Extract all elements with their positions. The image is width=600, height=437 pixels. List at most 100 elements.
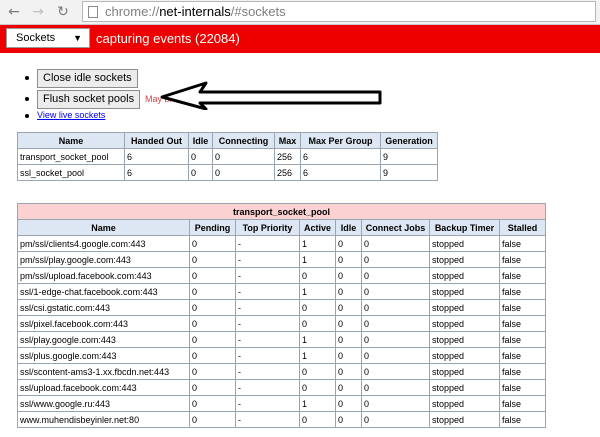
table-cell: stopped [429, 267, 500, 284]
table-cell: false [499, 363, 546, 380]
table-cell: ssl_socket_pool [17, 164, 125, 181]
table-cell: false [499, 331, 546, 348]
table-cell: stopped [429, 379, 500, 396]
view-select[interactable]: Sockets ▼ [6, 28, 90, 48]
table-row: ssl/1-edge-chat.facebook.com:443 0-1 0 0 sto… [17, 283, 546, 300]
table-cell: 6 [300, 148, 381, 165]
table-cell: false [499, 411, 546, 428]
table-cell: stopped [429, 283, 500, 300]
table-row: pm/ssl/play.google.com:443 0-1 0 0 stopped fa… [17, 251, 546, 268]
column-header: Stalled [499, 219, 546, 236]
table-cell: 0 [335, 267, 362, 284]
table-cell: false [499, 315, 546, 332]
table-cell: 0 [188, 148, 213, 165]
column-header: Connecting [212, 132, 275, 149]
table-caption-row: transport_socket_pool [17, 203, 546, 220]
table-cell: stopped [429, 347, 500, 364]
table-cell: - [235, 267, 300, 284]
table-cell: ssl/play.google.com:443 [17, 331, 190, 348]
close-idle-sockets-button[interactable]: Close idle sockets [37, 69, 138, 88]
table-cell: 0 [299, 315, 336, 332]
table-cell: 0 [361, 251, 430, 268]
table-cell: false [499, 395, 546, 412]
table-row: ssl/upload.facebook.com:443 0-0 0 0 stopped f… [17, 379, 546, 396]
table-cell: 0 [361, 363, 430, 380]
reload-icon[interactable]: ↻ [55, 3, 71, 21]
view-live-sockets-link[interactable]: View live sockets [37, 110, 105, 120]
table-cell: - [235, 299, 300, 316]
table-cell: 0 [361, 411, 430, 428]
address-bar[interactable]: chrome://net-internals/#sockets [82, 1, 596, 22]
table-cell: 0 [335, 363, 362, 380]
table-cell: - [235, 411, 300, 428]
table-cell: stopped [429, 251, 500, 268]
table-cell: 0 [189, 331, 236, 348]
column-header: Name [17, 219, 190, 236]
table-cell: 0 [189, 411, 236, 428]
table-cell: false [499, 299, 546, 316]
table-row: www.muhendisbeyinler.net:80 0-0 0 0 stopped f… [17, 411, 546, 428]
column-header: Max [274, 132, 301, 149]
table-cell: 0 [189, 379, 236, 396]
table-cell: 1 [299, 347, 336, 364]
table-cell: pm/ssl/play.google.com:443 [17, 251, 190, 268]
table-cell: ssl/scontent-ams3-1.xx.fbcdn.net:443 [17, 363, 190, 380]
table-cell: stopped [429, 299, 500, 316]
table-row: pm/ssl/clients4.google.com:443 0-1 0 0 stopp… [17, 235, 546, 252]
table-cell: false [499, 235, 546, 252]
column-header: Max Per Group [300, 132, 381, 149]
table-cell: 1 [299, 283, 336, 300]
table-cell: 0 [189, 235, 236, 252]
dropdown-arrow-icon: ▼ [73, 33, 82, 43]
table-cell: 0 [361, 379, 430, 396]
table-cell: ssl/upload.facebook.com:443 [17, 379, 190, 396]
table-row: ssl/www.google.ru:443 0-1 0 0 stopped false [17, 395, 546, 412]
table-cell: 0 [361, 315, 430, 332]
table-row: ssl/play.google.com:443 0-1 0 0 stopped false [17, 331, 546, 348]
table-cell: 0 [335, 411, 362, 428]
browser-toolbar: ← → ↻ chrome://net-internals/#sockets [0, 0, 600, 25]
column-header: Generation [380, 132, 438, 149]
table-cell: 0 [212, 148, 275, 165]
table-cell: 9 [380, 164, 438, 181]
flush-socket-pools-button[interactable]: Flush socket pools [37, 90, 141, 109]
table-cell: 0 [299, 267, 336, 284]
table-cell: 0 [299, 299, 336, 316]
table-cell: stopped [429, 395, 500, 412]
table-cell: 0 [335, 251, 362, 268]
table-cell: 0 [335, 395, 362, 412]
table-cell: 0 [361, 267, 430, 284]
table-cell: stopped [429, 315, 500, 332]
table-cell: - [235, 331, 300, 348]
table-row: pm/ssl/upload.facebook.com:443 0-0 0 0 stopp… [17, 267, 546, 284]
table-row: ssl/plus.google.com:443 0-1 0 0 stopped false [17, 347, 546, 364]
table-cell: ssl/1-edge-chat.facebook.com:443 [17, 283, 190, 300]
table-cell: stopped [429, 363, 500, 380]
table-cell: ssl/pixel.facebook.com:443 [17, 315, 190, 332]
table-row: ssl/scontent-ams3-1.xx.fbcdn.net:443 0-0 0… [17, 363, 546, 380]
page-icon [88, 6, 98, 18]
table-header-row: Name Pending Top Priority Active Idle Co… [17, 219, 546, 236]
back-arrow-icon[interactable]: ← [6, 3, 22, 21]
transport-socket-pool-table: transport_socket_pool Name Pending Top P… [17, 203, 546, 428]
column-header: Active [299, 219, 336, 236]
table-cell: 0 [361, 283, 430, 300]
table-cell: 0 [189, 347, 236, 364]
forward-arrow-icon[interactable]: → [30, 3, 46, 21]
table-cell: 0 [189, 283, 236, 300]
url-text: chrome://net-internals/#sockets [105, 4, 286, 19]
table-cell: 0 [189, 267, 236, 284]
table-cell: - [235, 235, 300, 252]
column-header: Backup Timer [429, 219, 500, 236]
table-cell: 0 [299, 379, 336, 396]
list-bullet [25, 97, 29, 101]
table-cell: 6 [124, 148, 189, 165]
table-cell: 0 [361, 395, 430, 412]
table-cell: 0 [335, 235, 362, 252]
table-cell: 0 [361, 331, 430, 348]
table-cell: 1 [299, 235, 336, 252]
view-select-value: Sockets [16, 32, 56, 44]
column-header: Idle [188, 132, 213, 149]
table-header-row: Name Handed Out Idle Connecting Max Max … [17, 132, 438, 149]
column-header: Handed Out [124, 132, 189, 149]
